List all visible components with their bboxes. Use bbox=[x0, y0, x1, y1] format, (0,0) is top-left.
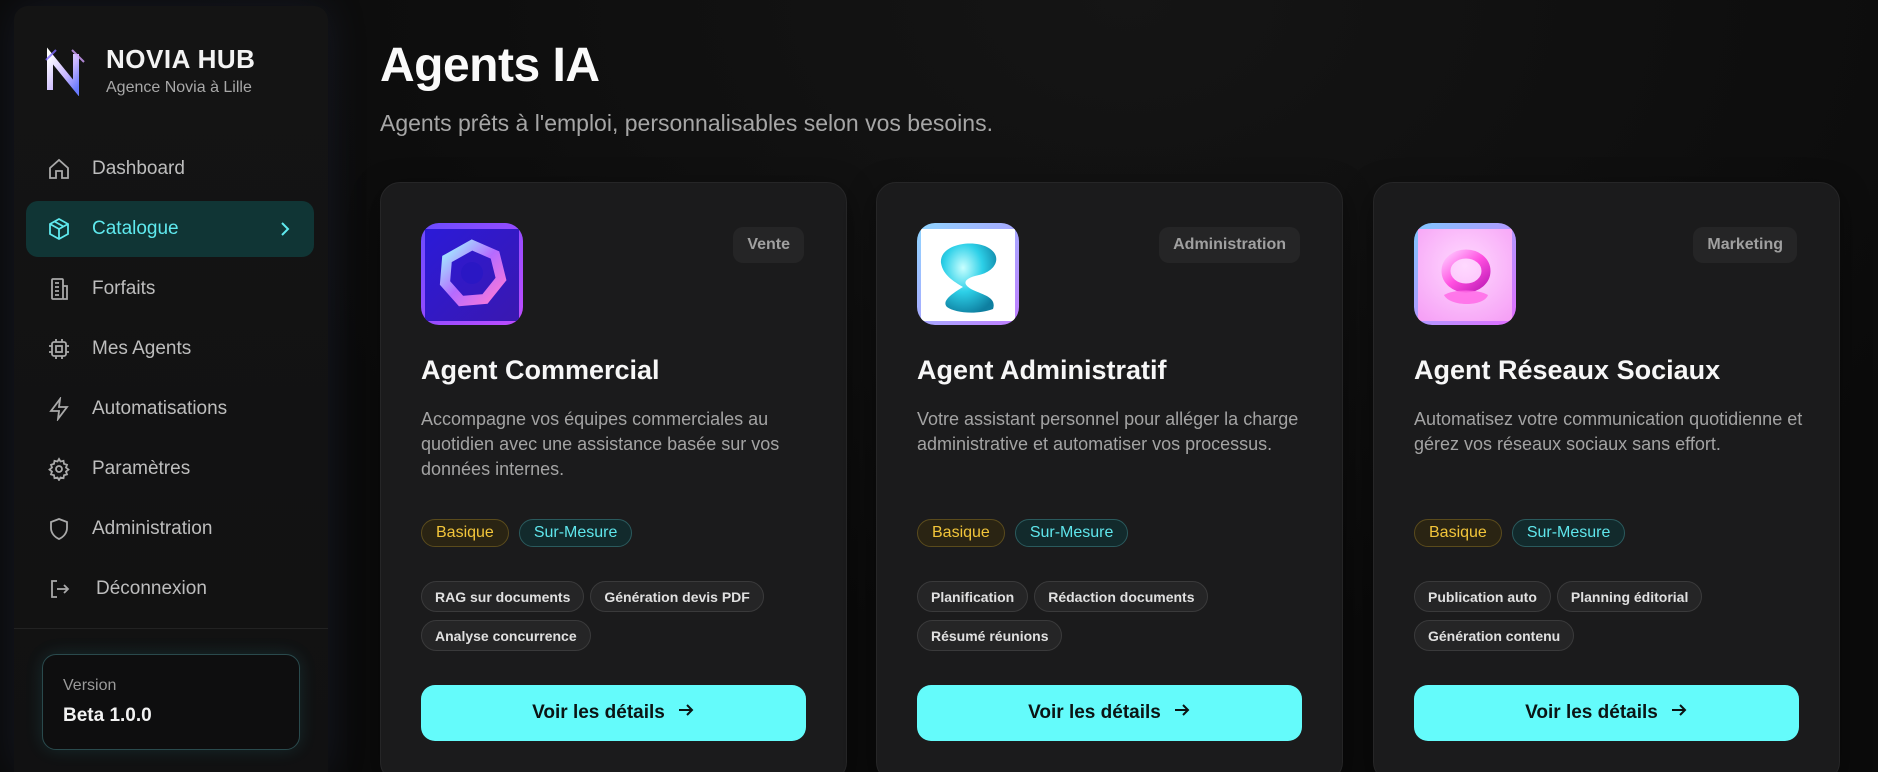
details-button-label: Voir les détails bbox=[1525, 702, 1658, 723]
feature-list: Planification Rédaction documents Résumé… bbox=[917, 581, 1317, 651]
sidebar-item-label: Automatisations bbox=[92, 398, 228, 419]
details-button[interactable]: Voir les détails bbox=[1414, 685, 1799, 741]
tier-row: Basique Sur-Mesure bbox=[421, 519, 633, 547]
shield-icon bbox=[46, 516, 72, 542]
tier-badge-sur-mesure: Sur-Mesure bbox=[518, 519, 633, 547]
sidebar-item-catalogue[interactable]: Catalogue bbox=[26, 201, 314, 257]
sidebar-item-automatisations[interactable]: Automatisations bbox=[26, 381, 314, 437]
cube-icon bbox=[46, 216, 72, 242]
details-button[interactable]: Voir les détails bbox=[917, 685, 1302, 741]
arrow-right-icon bbox=[1173, 701, 1191, 725]
agent-administratif-icon bbox=[917, 223, 1019, 325]
sidebar-item-parametres[interactable]: Paramètres bbox=[26, 441, 314, 497]
brand-subtitle: Agence Novia à Lille bbox=[106, 79, 252, 96]
card-description: Accompagne vos équipes commerciales au q… bbox=[421, 409, 780, 479]
version-label: Version bbox=[63, 677, 117, 694]
feature-tag: Génération contenu bbox=[1414, 620, 1575, 651]
tier-badge-sur-mesure: Sur-Mesure bbox=[1014, 519, 1129, 547]
feature-list: RAG sur documents Génération devis PDF A… bbox=[421, 581, 821, 651]
feature-tag: Résumé réunions bbox=[917, 620, 1063, 651]
card-description: Votre assistant personnel pour alléger l… bbox=[917, 409, 1299, 454]
tier-row: Basique Sur-Mesure bbox=[917, 519, 1129, 547]
sidebar: NOVIA HUB Agence Novia à Lille Dashboard… bbox=[14, 6, 328, 772]
agent-card[interactable]: Vente Agent Commercial Accompagne vos éq… bbox=[380, 182, 847, 772]
sidebar-item-label: Forfaits bbox=[92, 278, 156, 299]
tier-badge-basique: Basique bbox=[421, 519, 509, 547]
tier-badge-basique: Basique bbox=[917, 519, 1005, 547]
arrow-right-icon bbox=[677, 701, 695, 725]
logout-button[interactable]: Déconnexion bbox=[26, 561, 314, 617]
sidebar-item-dashboard[interactable]: Dashboard bbox=[26, 141, 314, 197]
brand-title: NOVIA HUB bbox=[106, 44, 256, 74]
novia-logo-icon bbox=[44, 46, 88, 96]
agent-card[interactable]: Administration Agent Administratif Votre… bbox=[876, 182, 1343, 772]
category-badge: Vente bbox=[733, 227, 804, 263]
agent-card[interactable]: Marketing Agent Réseaux Sociaux Automati… bbox=[1373, 182, 1840, 772]
category-badge: Marketing bbox=[1693, 227, 1797, 263]
details-button[interactable]: Voir les détails bbox=[421, 685, 806, 741]
main-content: Agents IA Agents prêts à l'emploi, perso… bbox=[380, 0, 1878, 772]
tier-badge-sur-mesure: Sur-Mesure bbox=[1511, 519, 1626, 547]
card-description: Automatisez votre communication quotidie… bbox=[1414, 409, 1803, 454]
app: NOVIA HUB Agence Novia à Lille Dashboard… bbox=[0, 0, 1878, 772]
sidebar-item-label: Paramètres bbox=[92, 458, 191, 479]
feature-list: Publication auto Planning éditorial Géné… bbox=[1414, 581, 1814, 651]
sidebar-item-forfaits[interactable]: Forfaits bbox=[26, 261, 314, 317]
sidebar-item-label: Mes Agents bbox=[92, 338, 192, 359]
card-title: Agent Réseaux Sociaux bbox=[1414, 355, 1721, 385]
brand[interactable]: NOVIA HUB Agence Novia à Lille bbox=[44, 44, 255, 97]
feature-tag: Planning éditorial bbox=[1556, 581, 1703, 612]
building-icon bbox=[46, 276, 72, 302]
bolt-icon bbox=[46, 396, 72, 422]
feature-tag: Publication auto bbox=[1414, 581, 1551, 612]
feature-tag: Génération devis PDF bbox=[590, 581, 764, 612]
home-icon bbox=[46, 156, 72, 182]
logout-icon bbox=[46, 576, 72, 602]
agent-reseaux-sociaux-icon bbox=[1414, 223, 1516, 325]
agent-commercial-icon bbox=[421, 223, 523, 325]
sidebar-item-mes-agents[interactable]: Mes Agents bbox=[26, 321, 314, 377]
chevron-right-icon bbox=[278, 219, 292, 245]
version-box: Version Beta 1.0.0 bbox=[42, 654, 300, 750]
version-value: Beta 1.0.0 bbox=[63, 705, 152, 726]
gear-icon bbox=[46, 456, 72, 482]
feature-tag: Analyse concurrence bbox=[421, 620, 591, 651]
feature-tag: Rédaction documents bbox=[1034, 581, 1209, 612]
details-button-label: Voir les détails bbox=[1028, 702, 1161, 723]
logout-label: Déconnexion bbox=[96, 578, 207, 599]
tier-row: Basique Sur-Mesure bbox=[1414, 519, 1626, 547]
page-subtitle: Agents prêts à l'emploi, personnalisable… bbox=[380, 110, 993, 136]
sidebar-nav: Dashboard Catalogue Forfaits Mes Agents … bbox=[26, 141, 314, 621]
details-button-label: Voir les détails bbox=[532, 702, 665, 723]
sidebar-item-label: Catalogue bbox=[92, 218, 179, 239]
sidebar-item-administration[interactable]: Administration bbox=[26, 501, 314, 557]
sidebar-item-label: Dashboard bbox=[92, 158, 185, 179]
sidebar-divider bbox=[14, 628, 328, 629]
card-title: Agent Administratif bbox=[917, 355, 1167, 385]
chip-icon bbox=[46, 336, 72, 362]
sidebar-item-label: Administration bbox=[92, 518, 213, 539]
card-title: Agent Commercial bbox=[421, 355, 660, 385]
page-title: Agents IA bbox=[380, 39, 600, 92]
arrow-right-icon bbox=[1670, 701, 1688, 725]
feature-tag: RAG sur documents bbox=[421, 581, 585, 612]
feature-tag: Planification bbox=[917, 581, 1029, 612]
category-badge: Administration bbox=[1159, 227, 1300, 263]
tier-badge-basique: Basique bbox=[1414, 519, 1502, 547]
